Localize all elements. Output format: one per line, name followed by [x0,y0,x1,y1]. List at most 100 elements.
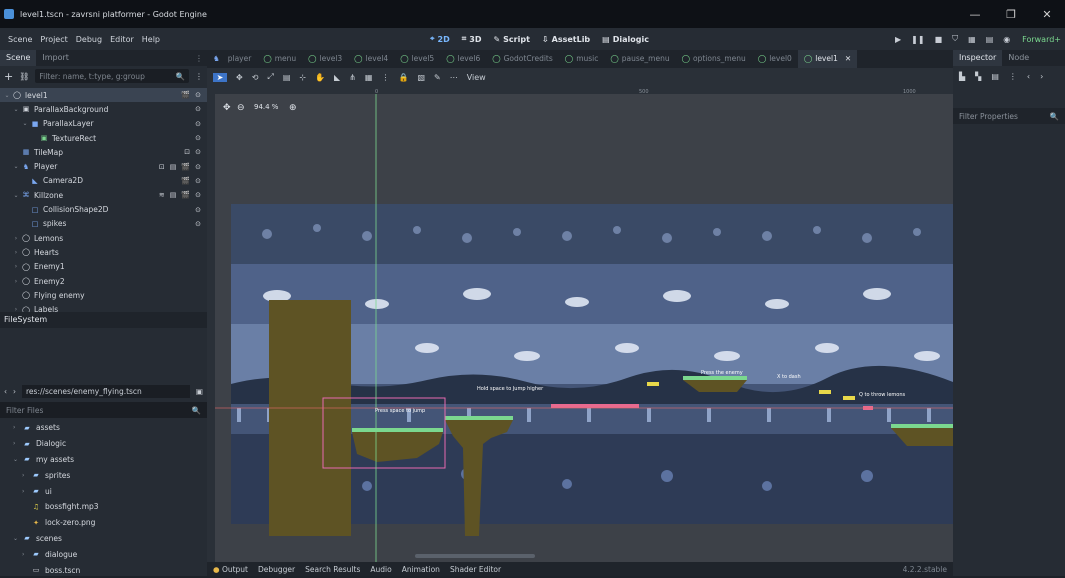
node-status-icon[interactable]: 🎬 [181,163,190,171]
scene-node-flying-enemy[interactable]: ◯ Flying enemy [0,288,207,302]
node-status-icon[interactable]: ▤ [170,163,177,171]
scene-node-spikes[interactable]: □ spikes ⊙ [0,217,207,231]
group-icon[interactable]: ▧ [417,73,425,82]
pivot-tool-icon[interactable]: ⊹ [299,73,306,82]
tab-import[interactable]: Import [36,50,75,66]
fs-item-scenes[interactable]: ⌄ ▰ scenes [0,531,207,547]
main-screen-script[interactable]: ✎ Script [493,35,529,44]
expand-arrow-icon[interactable]: › [13,440,22,447]
scene-node-hearts[interactable]: › ◯ Hearts [0,245,207,259]
node-status-icon[interactable]: 🎬 [181,177,190,185]
close-tab-icon[interactable]: ✕ [845,50,851,68]
scene-tab-menu[interactable]: ◯ menu [257,50,302,68]
dock-options-icon[interactable]: ⋮ [195,54,203,63]
expand-arrow-icon[interactable]: ⌄ [2,92,12,99]
scene-tab-player[interactable]: player [222,50,258,68]
scene-node-camera2d[interactable]: ◣ Camera2D 🎬 ⊙ [0,174,207,188]
fs-item-assets[interactable]: › ▰ assets [0,420,207,436]
expand-arrow-icon[interactable]: › [22,488,31,495]
fs-item-dialogue[interactable]: › ▰ dialogue [0,546,207,562]
expand-arrow-icon[interactable]: › [22,551,31,558]
bottom-tab-audio[interactable]: Audio [370,565,391,574]
expand-arrow-icon[interactable]: › [11,278,21,285]
zoom-in-icon[interactable]: ⊕ [289,103,297,113]
save-resource-icon[interactable]: ▤ [991,72,999,81]
inspector-options-icon[interactable]: ⋮ [1009,72,1017,81]
main-screen-2d[interactable]: ⌖ 2D [430,34,450,44]
tab-scene[interactable]: Scene [0,50,37,66]
bottom-tab-shader-editor[interactable]: Shader Editor [450,565,501,574]
forward-icon[interactable]: › [13,387,16,396]
new-resource-icon[interactable]: ▙ [959,72,965,81]
node-status-icon[interactable]: 🎬 [181,191,190,199]
scene-node-tilemap[interactable]: ▦ TileMap ⊡ ⊙ [0,145,207,159]
renderer-selector[interactable]: Forward+ [1022,28,1061,50]
expand-arrow-icon[interactable]: › [22,472,31,479]
scene-tab-level6[interactable]: ◯ level6 [440,50,486,68]
scene-tab-level5[interactable]: ◯ level5 [394,50,440,68]
node-status-icon[interactable]: ⊙ [195,206,201,214]
node-status-icon[interactable]: ⊙ [195,191,201,199]
selectable-list-icon[interactable]: ▤ [283,73,291,82]
bone-icon[interactable]: ✎ [434,73,441,82]
expand-arrow-icon[interactable]: ⌄ [11,106,21,113]
bottom-tab-debugger[interactable]: Debugger [258,565,295,574]
scene-node-player[interactable]: ⌄ ♞ Player ⊡ ▤ 🎬 ⊙ [0,159,207,173]
remote-debug-icon[interactable]: ⛉ [952,34,958,44]
fs-item-bossfight-mp3[interactable]: ♫ bossfight.mp3 [0,499,207,515]
expand-arrow-icon[interactable]: ⌄ [20,120,30,127]
scene-node-parallaxbackground[interactable]: ⌄ ▣ ParallaxBackground ⊙ [0,102,207,116]
node-status-icon[interactable]: ⊙ [195,134,201,142]
play-icon[interactable]: ▶ [895,35,901,44]
menu-editor[interactable]: Editor [110,35,134,44]
history-back-icon[interactable]: ‹ [1027,72,1030,81]
node-status-icon[interactable]: ⊙ [195,148,201,156]
2d-viewport[interactable]: 0 500 1000 ✥ ⊖ 94.4 % ⊕ Hold space to Ju… [207,86,953,564]
node-status-icon[interactable]: ⊙ [195,220,201,228]
play-scene-icon[interactable]: ▦ [968,35,976,44]
main-screen-dialogic[interactable]: ▤ Dialogic [602,35,649,44]
bottom-tab-animation[interactable]: Animation [402,565,440,574]
scene-node-killzone[interactable]: ⌄ ⌘ Killzone ≋ ▤ 🎬 ⊙ [0,188,207,202]
menu-project[interactable]: Project [40,35,67,44]
movie-maker-icon[interactable]: ◉ [1003,35,1010,44]
select-tool-icon[interactable]: ➤ [213,72,227,82]
node-status-icon[interactable]: ⊡ [159,163,165,171]
scene-node-parallaxlayer[interactable]: ⌄ ■ ParallaxLayer ⊙ [0,117,207,131]
pan-tool-icon[interactable]: ✋ [315,73,325,82]
node-status-icon[interactable]: ▤ [170,191,177,199]
scene-node-level1[interactable]: ⌄ ◯ level1 🎬 ⊙ [0,88,207,103]
expand-arrow-icon[interactable]: ⌄ [11,163,21,170]
fs-item-sprites[interactable]: › ▰ sprites [0,467,207,483]
node-status-icon[interactable]: ⊙ [195,91,201,99]
fs-item-my-assets[interactable]: ⌄ ▰ my assets [0,452,207,468]
expand-arrow-icon[interactable]: › [13,424,22,431]
stop-icon[interactable]: ■ [935,35,943,44]
main-screen-assetlib[interactable]: ⇩ AssetLib [542,35,590,44]
back-icon[interactable]: ‹ [4,387,7,396]
expand-arrow-icon[interactable]: › [11,235,21,242]
scene-tab-godotcredits[interactable]: ◯ GodotCredits [486,50,559,68]
scene-tab-music[interactable]: ◯ music [559,50,605,68]
main-screen-3d[interactable]: ⌗ 3D [462,34,482,44]
scene-tab-options_menu[interactable]: ◯ options_menu [676,50,752,68]
maximize-button[interactable]: ❐ [993,0,1029,28]
history-forward-icon[interactable]: › [1040,72,1043,81]
scene-tab-level1[interactable]: ◯ level1 ✕ [797,50,858,68]
menu-help[interactable]: Help [142,35,160,44]
bottom-tab-search-results[interactable]: Search Results [305,565,360,574]
scene-filter-input[interactable]: Filter: name, t:type, g:group 🔍 [35,69,189,83]
more-options-icon[interactable]: ⋯ [450,73,458,82]
tab-node[interactable]: Node [1002,50,1035,66]
minimize-button[interactable]: — [957,0,993,28]
fs-item-ui[interactable]: › ▰ ui [0,483,207,499]
scene-tab-level3[interactable]: ◯ level3 [302,50,348,68]
inspector-filter-input[interactable]: Filter Properties 🔍 [953,108,1065,124]
instance-scene-icon[interactable]: ⛓ [19,72,29,81]
rotate-tool-icon[interactable]: ⟲ [252,73,259,82]
node-status-icon[interactable]: 🎬 [181,91,190,99]
viewport-canvas[interactable]: 0 500 1000 ✥ ⊖ 94.4 % ⊕ Hold space to Ju… [207,86,953,564]
split-mode-icon[interactable]: ▣ [196,387,203,396]
move-tool-icon[interactable]: ✥ [236,73,243,82]
expand-arrow-icon[interactable]: ⌄ [11,192,21,199]
